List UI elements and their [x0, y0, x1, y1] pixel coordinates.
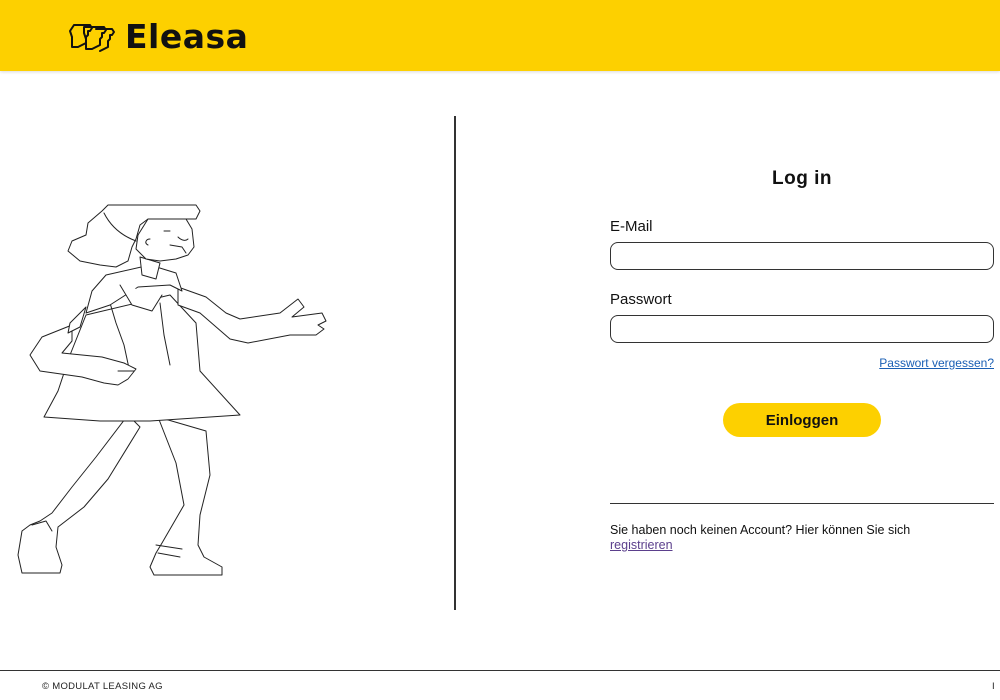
faces-logo-icon	[69, 24, 115, 52]
brand-logo[interactable]: Eleasa	[66, 14, 248, 58]
email-label: E-Mail	[610, 218, 653, 235]
login-title: Log in	[772, 168, 832, 189]
password-field[interactable]	[610, 315, 994, 343]
vertical-divider	[454, 116, 456, 610]
footer-divider	[0, 670, 1000, 671]
login-button[interactable]: Einloggen	[723, 403, 881, 437]
brand-name: Eleasa	[125, 16, 249, 56]
register-prompt: Sie haben noch keinen Account? Hier könn…	[610, 523, 990, 553]
footer-copyright: © MODULAT LEASING AG	[42, 681, 163, 692]
walking-woman-illustration	[17, 204, 327, 576]
footer-right-text[interactable]: I	[992, 681, 995, 692]
password-label: Passwort	[610, 291, 672, 308]
email-field[interactable]	[610, 242, 994, 270]
register-link[interactable]: registrieren	[610, 538, 673, 552]
top-header-bar: Eleasa	[0, 0, 1000, 71]
form-separator	[610, 503, 994, 504]
register-prompt-text: Sie haben noch keinen Account? Hier könn…	[610, 523, 911, 537]
forgot-password-link[interactable]: Passwort vergessen?	[879, 356, 994, 370]
